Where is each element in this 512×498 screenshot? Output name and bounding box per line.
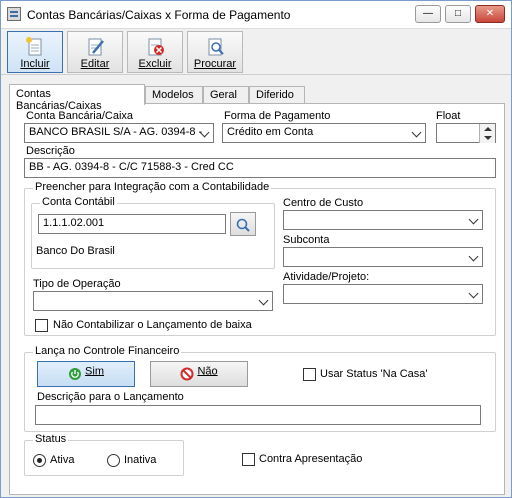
descricao-input[interactable]: BB - AG. 0394-8 - C/C 71588-3 - Cred CC	[24, 158, 496, 178]
close-button[interactable]: ✕	[475, 5, 505, 23]
ativa-radio[interactable]	[33, 454, 46, 467]
conta-value: BANCO BRASIL S/A - AG. 0394-8 -	[29, 126, 203, 138]
excluir-label: Excluir	[138, 58, 172, 70]
tab-diferido[interactable]: Diferido	[249, 86, 305, 104]
conta-contabil-group: Conta Contábil 1.1.1.02.001 Banco Do Bra…	[31, 196, 275, 269]
edit-icon	[84, 36, 106, 56]
inativa-label: Inativa	[124, 454, 157, 466]
inativa-radio[interactable]	[107, 454, 120, 467]
sim-label: Sim	[85, 365, 104, 378]
contabilidade-title: Preencher para Integração com a Contabil…	[33, 181, 272, 193]
sim-button[interactable]: Sim	[37, 361, 135, 387]
conta-contabil-label: Conta Contábil	[40, 196, 117, 208]
maximize-button[interactable]: □	[445, 5, 471, 23]
nao-contabilizar-label: Não Contabilizar o Lançamento de baixa	[53, 319, 252, 331]
new-document-icon	[24, 36, 46, 56]
float-down-button[interactable]	[479, 133, 495, 143]
descricao-lancamento-input[interactable]	[35, 405, 481, 425]
atividade-label: Atividade/Projeto:	[283, 271, 370, 283]
conta-contabil-desc: Banco Do Brasil	[36, 245, 115, 257]
conta-select[interactable]: BANCO BRASIL S/A - AG. 0394-8 -	[24, 123, 214, 143]
tab-contas[interactable]: Contas Bancárias/Caixas	[9, 84, 145, 112]
conta-contabil-input[interactable]: 1.1.1.02.001	[38, 214, 226, 234]
delete-icon	[144, 36, 166, 56]
tab-panel: Conta Bancária/Caixa BANCO BRASIL S/A - …	[9, 103, 505, 495]
minimize-icon: —	[423, 8, 433, 19]
atividade-select[interactable]	[283, 284, 483, 304]
nao-label: Não	[197, 365, 218, 378]
forma-label: Forma de Pagamento	[224, 110, 331, 122]
procurar-button[interactable]: Procurar	[187, 31, 243, 73]
subconta-label: Subconta	[283, 234, 330, 246]
tab-geral[interactable]: Geral	[203, 86, 249, 104]
search-icon	[204, 36, 226, 56]
minimize-button[interactable]: —	[415, 5, 441, 23]
float-label: Float	[436, 110, 461, 122]
nao-contabilizar-checkbox[interactable]	[35, 319, 48, 332]
subconta-select[interactable]	[283, 247, 483, 267]
excluir-button[interactable]: Excluir	[127, 31, 183, 73]
nao-button[interactable]: Não	[150, 361, 248, 387]
power-on-icon	[68, 368, 81, 380]
tab-modelos[interactable]: Modelos	[145, 86, 203, 104]
editar-label: Editar	[80, 58, 110, 70]
title-bar: Contas Bancárias/Caixas x Forma de Pagam…	[1, 1, 511, 29]
maximize-icon: □	[454, 8, 462, 19]
chevron-down-icon	[470, 216, 478, 224]
prohibited-icon	[180, 367, 194, 381]
forma-select[interactable]: Crédito em Conta	[222, 123, 426, 143]
tipo-operacao-label: Tipo de Operação	[33, 278, 121, 290]
incluir-label: Incluir	[20, 58, 50, 70]
tipo-operacao-select[interactable]	[33, 291, 273, 311]
chevron-down-icon	[413, 129, 421, 137]
window-title: Contas Bancárias/Caixas x Forma de Pagam…	[27, 8, 291, 22]
chevron-down-icon	[470, 253, 478, 261]
window: Contas Bancárias/Caixas x Forma de Pagam…	[0, 0, 512, 498]
forma-value: Crédito em Conta	[227, 126, 314, 138]
toolbar: Incluir Editar Excluir Procurar	[1, 29, 511, 75]
usar-status-checkbox[interactable]	[303, 368, 316, 381]
float-stepper[interactable]	[436, 123, 496, 143]
chevron-down-icon	[470, 290, 478, 298]
descricao-label: Descrição	[26, 145, 75, 157]
app-icon	[7, 7, 21, 21]
procurar-label: Procurar	[193, 58, 237, 70]
contra-apresentacao-checkbox[interactable]	[242, 453, 255, 466]
contabilidade-group: Preencher para Integração com a Contabil…	[24, 181, 496, 336]
arrow-down-icon	[484, 136, 492, 140]
centro-custo-select[interactable]	[283, 210, 483, 230]
chevron-down-icon	[201, 129, 209, 137]
editar-button[interactable]: Editar	[67, 31, 123, 73]
usar-status-label: Usar Status 'Na Casa'	[320, 368, 428, 380]
status-title: Status	[33, 433, 69, 445]
chevron-down-icon	[260, 297, 268, 305]
arrow-up-icon	[484, 127, 492, 131]
status-group: Status Ativa Inativa	[24, 433, 184, 476]
financeiro-title: Lança no Controle Financeiro	[33, 345, 182, 357]
close-icon: ✕	[485, 8, 495, 19]
ativa-label: Ativa	[50, 454, 75, 466]
incluir-button[interactable]: Incluir	[7, 31, 63, 73]
centro-custo-label: Centro de Custo	[283, 197, 364, 209]
conta-contabil-search-button[interactable]	[230, 212, 256, 236]
descricao-lancamento-label: Descrição para o Lançamento	[37, 391, 184, 403]
contra-apresentacao-label: Contra Apresentação	[259, 453, 363, 465]
search-icon	[235, 218, 251, 236]
financeiro-group: Lança no Controle Financeiro Sim Não Usa…	[24, 345, 496, 432]
